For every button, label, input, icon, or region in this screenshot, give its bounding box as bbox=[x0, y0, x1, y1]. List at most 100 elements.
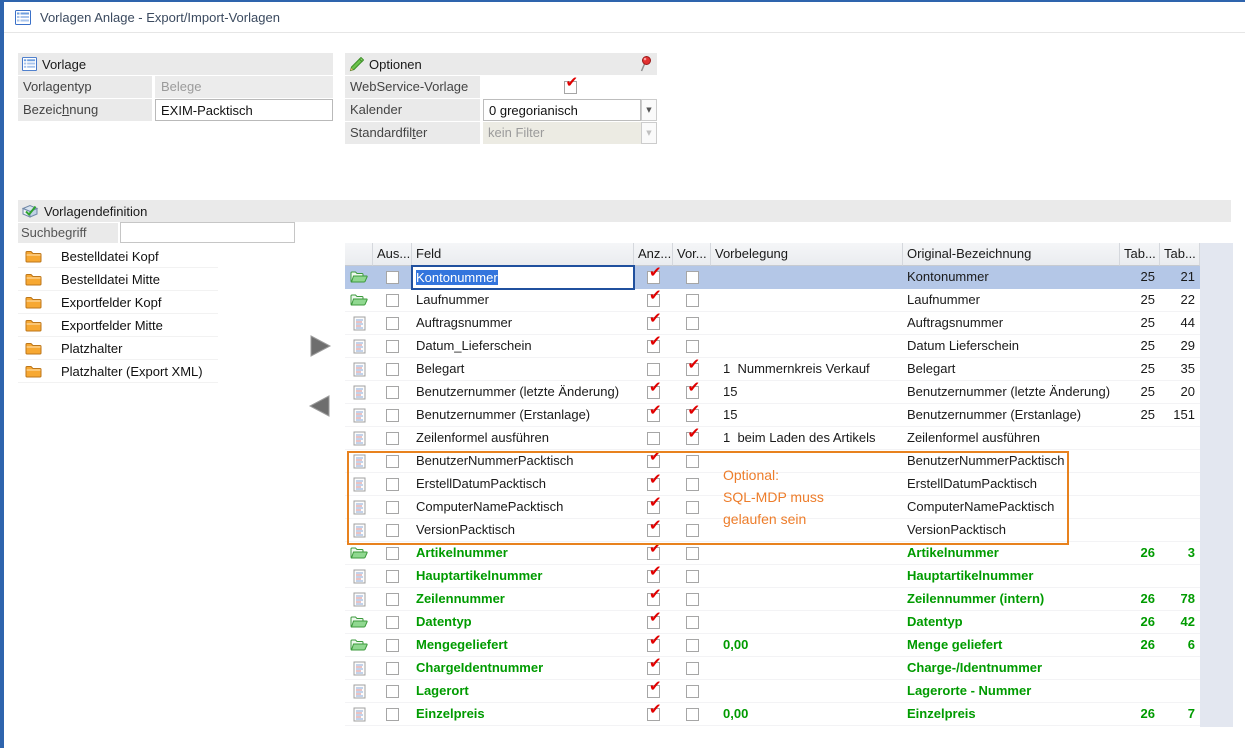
vorbelegung-cell[interactable] bbox=[711, 657, 903, 679]
vor-checkbox[interactable]: ✔ bbox=[686, 409, 699, 422]
vor-cell[interactable]: ✔ bbox=[673, 404, 711, 426]
vor-checkbox[interactable] bbox=[686, 294, 699, 307]
aus-cell[interactable] bbox=[373, 450, 412, 472]
vor-cell[interactable] bbox=[673, 450, 711, 472]
row-type-cell[interactable] bbox=[345, 335, 373, 357]
tab1-cell[interactable]: 25 bbox=[1120, 266, 1160, 288]
anz-checkbox[interactable]: ✔ bbox=[647, 570, 660, 583]
aus-cell[interactable] bbox=[373, 473, 412, 495]
tab2-cell[interactable]: 29 bbox=[1160, 335, 1200, 357]
column-header-feld[interactable]: Feld bbox=[412, 243, 634, 266]
table-row[interactable]: Benutzernummer (letzte Änderung)✔✔15Benu… bbox=[345, 381, 1200, 404]
vor-cell[interactable] bbox=[673, 496, 711, 518]
aus-cell[interactable] bbox=[373, 519, 412, 541]
vor-checkbox[interactable] bbox=[686, 616, 699, 629]
vorbelegung-cell[interactable]: 1 Nummernkreis Verkauf bbox=[711, 358, 903, 380]
original-bezeichnung-cell[interactable]: Kontonummer bbox=[903, 266, 1120, 288]
anz-checkbox[interactable]: ✔ bbox=[647, 662, 660, 675]
aus-checkbox[interactable] bbox=[386, 317, 399, 330]
tab2-cell[interactable] bbox=[1160, 519, 1200, 541]
anz-checkbox[interactable]: ✔ bbox=[647, 639, 660, 652]
anz-cell[interactable]: ✔ bbox=[634, 496, 673, 518]
vor-cell[interactable] bbox=[673, 565, 711, 587]
feld-cell[interactable]: Belegart bbox=[412, 358, 634, 380]
aus-checkbox[interactable] bbox=[386, 662, 399, 675]
anz-cell[interactable]: ✔ bbox=[634, 542, 673, 564]
vorbelegung-cell[interactable] bbox=[711, 312, 903, 334]
aus-checkbox[interactable] bbox=[386, 432, 399, 445]
tab2-cell[interactable]: 3 bbox=[1160, 542, 1200, 564]
anz-cell[interactable]: ✔ bbox=[634, 404, 673, 426]
vorbelegung-cell[interactable] bbox=[711, 450, 903, 472]
anz-cell[interactable]: ✔ bbox=[634, 289, 673, 311]
aus-checkbox[interactable] bbox=[386, 294, 399, 307]
aus-cell[interactable] bbox=[373, 588, 412, 610]
tab2-cell[interactable]: 44 bbox=[1160, 312, 1200, 334]
tab1-cell[interactable]: 25 bbox=[1120, 381, 1160, 403]
anz-cell[interactable]: ✔ bbox=[634, 611, 673, 633]
anz-checkbox[interactable]: ✔ bbox=[647, 294, 660, 307]
anz-cell[interactable] bbox=[634, 358, 673, 380]
anz-checkbox[interactable]: ✔ bbox=[647, 616, 660, 629]
vorbelegung-cell[interactable] bbox=[711, 335, 903, 357]
anz-cell[interactable]: ✔ bbox=[634, 565, 673, 587]
table-row[interactable]: Hauptartikelnummer✔Hauptartikelnummer bbox=[345, 565, 1200, 588]
tab2-cell[interactable]: 35 bbox=[1160, 358, 1200, 380]
aus-cell[interactable] bbox=[373, 404, 412, 426]
table-row[interactable]: Auftragsnummer✔Auftragsnummer2544 bbox=[345, 312, 1200, 335]
anz-cell[interactable]: ✔ bbox=[634, 519, 673, 541]
folder-item[interactable]: Platzhalter (Export XML) bbox=[18, 360, 218, 383]
table-row[interactable]: Mengegeliefert✔0,00Menge geliefert266 bbox=[345, 634, 1200, 657]
row-type-cell[interactable] bbox=[345, 289, 373, 311]
bezeichnung-input[interactable] bbox=[155, 99, 333, 121]
vor-checkbox[interactable]: ✔ bbox=[686, 363, 699, 376]
vor-checkbox[interactable] bbox=[686, 570, 699, 583]
tab1-cell[interactable] bbox=[1120, 657, 1160, 679]
move-left-button[interactable] bbox=[306, 392, 334, 420]
table-row[interactable]: Datum_Lieferschein✔Datum Lieferschein252… bbox=[345, 335, 1200, 358]
table-row[interactable]: Belegart✔1 Nummernkreis VerkaufBelegart2… bbox=[345, 358, 1200, 381]
row-type-cell[interactable] bbox=[345, 404, 373, 426]
table-row[interactable]: BenutzerNummerPacktisch✔BenutzerNummerPa… bbox=[345, 450, 1200, 473]
anz-cell[interactable]: ✔ bbox=[634, 312, 673, 334]
folder-item[interactable]: Platzhalter bbox=[18, 337, 218, 360]
row-type-cell[interactable] bbox=[345, 427, 373, 449]
feld-cell[interactable]: Einzelpreis bbox=[412, 703, 634, 725]
tab2-cell[interactable] bbox=[1160, 496, 1200, 518]
vorbelegung-cell[interactable] bbox=[711, 611, 903, 633]
aus-cell[interactable] bbox=[373, 335, 412, 357]
tab2-cell[interactable]: 7 bbox=[1160, 703, 1200, 725]
column-header-original[interactable]: Original-Bezeichnung bbox=[903, 243, 1120, 266]
kalender-combobox[interactable] bbox=[483, 99, 641, 121]
original-bezeichnung-cell[interactable]: VersionPacktisch bbox=[903, 519, 1120, 541]
row-type-cell[interactable] bbox=[345, 542, 373, 564]
column-header-anz[interactable]: Anz... bbox=[634, 243, 673, 266]
anz-cell[interactable]: ✔ bbox=[634, 335, 673, 357]
column-header-tab1[interactable]: Tab... bbox=[1120, 243, 1160, 266]
original-bezeichnung-cell[interactable]: Zeilenformel ausführen bbox=[903, 427, 1120, 449]
vor-checkbox[interactable]: ✔ bbox=[686, 432, 699, 445]
original-bezeichnung-cell[interactable]: Lagerorte - Nummer bbox=[903, 680, 1120, 702]
vorbelegung-cell[interactable]: 1 beim Laden des Artikels bbox=[711, 427, 903, 449]
table-row[interactable]: Benutzernummer (Erstanlage)✔✔15Benutzern… bbox=[345, 404, 1200, 427]
vor-checkbox[interactable] bbox=[686, 478, 699, 491]
vor-cell[interactable] bbox=[673, 542, 711, 564]
row-type-cell[interactable] bbox=[345, 703, 373, 725]
anz-cell[interactable]: ✔ bbox=[634, 657, 673, 679]
tab2-cell[interactable]: 42 bbox=[1160, 611, 1200, 633]
row-type-cell[interactable] bbox=[345, 496, 373, 518]
vor-cell[interactable] bbox=[673, 312, 711, 334]
feld-cell[interactable]: ChargeIdentnummer bbox=[412, 657, 634, 679]
aus-checkbox[interactable] bbox=[386, 639, 399, 652]
table-row[interactable]: Zeilennummer✔Zeilennummer (intern)2678 bbox=[345, 588, 1200, 611]
aus-checkbox[interactable] bbox=[386, 271, 399, 284]
anz-checkbox[interactable]: ✔ bbox=[647, 409, 660, 422]
table-row[interactable]: ErstellDatumPacktisch✔ErstellDatumPackti… bbox=[345, 473, 1200, 496]
feld-cell[interactable]: Hauptartikelnummer bbox=[412, 565, 634, 587]
tab2-cell[interactable]: 20 bbox=[1160, 381, 1200, 403]
aus-checkbox[interactable] bbox=[386, 386, 399, 399]
anz-cell[interactable]: ✔ bbox=[634, 473, 673, 495]
vor-cell[interactable] bbox=[673, 657, 711, 679]
row-type-cell[interactable] bbox=[345, 266, 373, 288]
row-type-cell[interactable] bbox=[345, 588, 373, 610]
